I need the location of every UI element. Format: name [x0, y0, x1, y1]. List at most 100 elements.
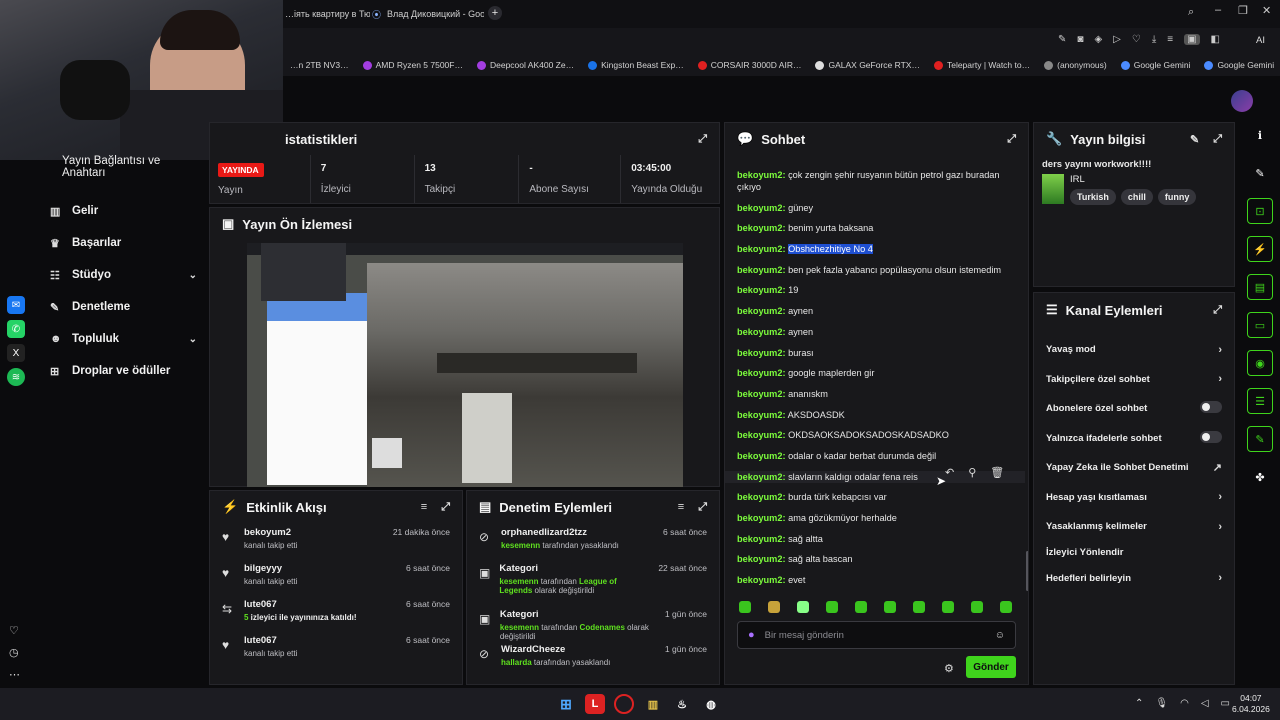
wifi-icon[interactable]: ◠	[1180, 698, 1189, 709]
category-name[interactable]: IRL	[1070, 174, 1196, 185]
download-icon[interactable]: ⤓	[1152, 34, 1156, 45]
nav-item-topluluk[interactable]: ☻ Topluluk ⌄	[40, 323, 205, 355]
emote-icon[interactable]	[942, 601, 954, 613]
tag[interactable]: Turkish	[1070, 189, 1116, 205]
action-goals[interactable]: Hedefleri belirleyin ›	[1034, 564, 1234, 594]
chat-bubble-icon[interactable]: ▭	[1247, 312, 1273, 338]
bolt-icon[interactable]: ⚡	[1247, 236, 1273, 262]
profile-icon[interactable]: ▣	[1184, 34, 1200, 45]
x-icon[interactable]: X	[7, 344, 25, 362]
action-account-age[interactable]: Hesap yaşı kısıtlaması ›	[1034, 483, 1234, 513]
bookmark[interactable]: Google Gemini	[1204, 60, 1274, 71]
edit-icon[interactable]: ✎	[1247, 160, 1273, 186]
minimize-icon[interactable]: –	[1215, 4, 1221, 16]
mic-icon[interactable]: ●	[748, 629, 755, 641]
activity-user[interactable]: bekoyum2	[244, 527, 297, 538]
emote-icon[interactable]	[739, 601, 751, 613]
edit-icon[interactable]: ✎	[1190, 133, 1199, 146]
volume-icon[interactable]: ◁	[1201, 698, 1209, 709]
bookmark[interactable]: AMD Ryzen 5 7500F…	[362, 60, 463, 71]
action-ai-moderation[interactable]: Yapay Zeka ile Sohbet Denetimi ↗	[1034, 453, 1234, 483]
avatar[interactable]	[1231, 90, 1253, 112]
tag[interactable]: chill	[1120, 189, 1153, 205]
bookmark[interactable]: Deepcool AK400 Ze…	[476, 60, 574, 71]
camera-icon[interactable]: ◙	[1077, 34, 1083, 45]
maximize-icon[interactable]: ❐	[1238, 4, 1248, 17]
pin-icon[interactable]: ⚲	[968, 467, 976, 479]
bookmark[interactable]: GALAX GeForce RTX…	[815, 60, 920, 71]
bookmark[interactable]: Google Gemini	[1120, 60, 1190, 71]
emote-icon[interactable]	[826, 601, 838, 613]
reply-icon[interactable]: ↶	[945, 467, 954, 479]
mod-target[interactable]: WizardCheeze	[501, 644, 610, 655]
emote-icon[interactable]	[1000, 601, 1012, 613]
popout-icon[interactable]: ⤢	[1213, 133, 1222, 146]
ai-button[interactable]: AI	[1256, 35, 1265, 46]
nav-item-studyo[interactable]: ☷ Stüdyo ⌄	[40, 259, 205, 291]
document-icon[interactable]: ▤	[1247, 274, 1273, 300]
shield-icon[interactable]: ◈	[1094, 34, 1102, 45]
emote-icon[interactable]	[855, 601, 867, 613]
mic-icon[interactable]: 🎙	[1155, 698, 1168, 709]
bookshelf-icon[interactable]: ▥	[643, 694, 663, 714]
messenger-icon[interactable]: ✉	[7, 296, 25, 314]
more-icon[interactable]: ⋯	[9, 664, 20, 686]
bookmark[interactable]: Teleparty | Watch to…	[933, 60, 1030, 71]
list-icon[interactable]: ☰	[1247, 388, 1273, 414]
subs-only-toggle[interactable]	[1200, 401, 1222, 414]
app-icon[interactable]: ◍	[701, 694, 721, 714]
start-icon[interactable]: ⊞	[556, 694, 576, 714]
clip-icon[interactable]: ⊡	[1247, 198, 1273, 224]
bookmark[interactable]: …n 2TB NV3…	[290, 60, 349, 70]
heart-icon[interactable]: ♡	[9, 620, 20, 642]
edit-icon[interactable]: ✎	[1058, 34, 1066, 45]
popout-icon[interactable]: ⤢	[1007, 133, 1016, 146]
mod-target[interactable]: orphanedlizard2tzz	[501, 527, 619, 538]
popout-icon[interactable]: ⤢	[698, 501, 707, 514]
emote-only-toggle[interactable]	[1200, 430, 1222, 443]
clock-icon[interactable]: ◷	[9, 642, 20, 664]
preview-video[interactable]	[247, 243, 683, 487]
chevron-up-icon[interactable]: ⌃	[1135, 698, 1143, 709]
gear-icon[interactable]: ⚙	[944, 662, 954, 675]
action-banned-words[interactable]: Yasaklanmış kelimeler ›	[1034, 512, 1234, 542]
spotify-icon[interactable]: ≋	[7, 368, 25, 386]
bookmark[interactable]: Kingston Beast Exp…	[588, 60, 684, 71]
chat-scrollbar[interactable]	[1026, 551, 1028, 591]
chat-message-hovered[interactable]: bekoyum2: slavların kaldıgı odalar fena …	[725, 467, 1025, 483]
new-tab-button[interactable]: +	[488, 6, 502, 20]
send-button[interactable]: Gönder	[966, 656, 1016, 678]
emote-icon[interactable]	[913, 601, 925, 613]
heart-icon[interactable]: ♡	[1132, 34, 1141, 45]
extensions-icon[interactable]: ✤	[1247, 464, 1273, 490]
browser-tab[interactable]: …іять квартиру в Тюмени	[285, 0, 370, 28]
info-icon[interactable]: ℹ	[1247, 122, 1273, 148]
nav-title[interactable]: Yayın Bağlantısı ve Anahtarı	[62, 155, 205, 179]
emote-icon[interactable]	[971, 601, 983, 613]
delete-icon[interactable]: 🗑	[990, 467, 1004, 479]
app-l-icon[interactable]: L	[585, 694, 605, 714]
emote-icon[interactable]	[768, 601, 780, 613]
tag[interactable]: funny	[1157, 189, 1197, 205]
popout-icon[interactable]: ⤢	[441, 501, 450, 514]
whatsapp-icon[interactable]: ✆	[7, 320, 25, 338]
opera-icon[interactable]	[614, 694, 634, 714]
menu-icon[interactable]: ≡	[1167, 34, 1173, 45]
bookmark[interactable]: (anonymous)	[1044, 60, 1107, 71]
search-icon[interactable]: ⌕	[1188, 6, 1194, 19]
activity-user[interactable]: lute067	[244, 599, 357, 610]
battery-icon[interactable]: ▭	[1221, 698, 1230, 709]
activity-user[interactable]: lute067	[244, 635, 297, 646]
filter-icon[interactable]: ≡	[678, 501, 684, 514]
popout-icon[interactable]: ⤢	[698, 133, 707, 146]
wallet-icon[interactable]: ◧	[1211, 34, 1220, 45]
bookmark[interactable]: CORSAIR 3000D AIR…	[697, 60, 801, 71]
action-followers-only[interactable]: Takipçilere özel sohbet ›	[1034, 365, 1234, 395]
broadcast-icon[interactable]: ◉	[1247, 350, 1273, 376]
emoji-icon[interactable]: ☺	[995, 630, 1005, 641]
browser-tab-active[interactable]: ⦿ Влад Диковицкий - Goog	[372, 0, 484, 28]
nav-item-basarilar[interactable]: ♛ Başarılar	[40, 227, 205, 259]
close-icon[interactable]: ✕	[1262, 4, 1271, 17]
nav-item-denetleme[interactable]: ✎ Denetleme	[40, 291, 205, 323]
action-raid[interactable]: İzleyici Yönlendir	[1034, 542, 1234, 564]
